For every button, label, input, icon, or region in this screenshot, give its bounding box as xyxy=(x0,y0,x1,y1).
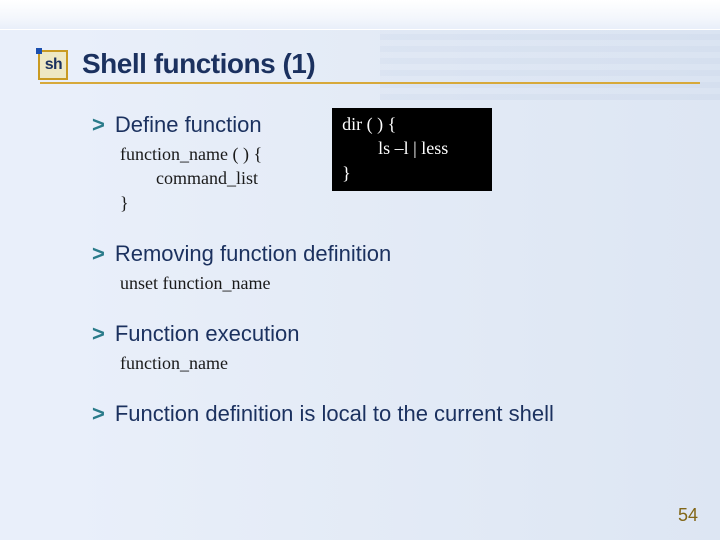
chevron-icon: > xyxy=(92,401,105,427)
bullet-define: > Define function function_name ( ) { co… xyxy=(92,112,690,215)
bullet-remove: > Removing function definition unset fun… xyxy=(92,241,690,295)
bullet-text: Define function xyxy=(115,112,262,138)
chevron-icon: > xyxy=(92,112,105,138)
chevron-icon: > xyxy=(92,321,105,347)
slide-content: > Define function function_name ( ) { co… xyxy=(92,112,690,453)
page-title: Shell functions (1) xyxy=(82,48,315,80)
bullet-heading: > Function definition is local to the cu… xyxy=(92,401,690,427)
bullet-heading: > Removing function definition xyxy=(92,241,690,267)
remove-syntax: unset function_name xyxy=(120,271,690,295)
bullet-text: Removing function definition xyxy=(115,241,391,267)
exec-syntax: function_name xyxy=(120,351,690,375)
sh-icon: sh xyxy=(38,50,68,80)
chevron-icon: > xyxy=(92,241,105,267)
sh-icon-label: sh xyxy=(44,56,61,74)
bullet-heading: > Function execution xyxy=(92,321,690,347)
bullet-heading: > Define function xyxy=(92,112,262,138)
bullet-text: Function execution xyxy=(115,321,300,347)
title-underline xyxy=(40,82,700,84)
bullet-text: Function definition is local to the curr… xyxy=(115,401,554,427)
page-number: 54 xyxy=(678,505,698,526)
code-example: dir ( ) { ls –l | less } xyxy=(332,108,492,191)
define-syntax: function_name ( ) { command_list } xyxy=(120,142,262,215)
bullet-local: > Function definition is local to the cu… xyxy=(92,401,690,427)
top-strip xyxy=(0,0,720,30)
bullet-exec: > Function execution function_name xyxy=(92,321,690,375)
